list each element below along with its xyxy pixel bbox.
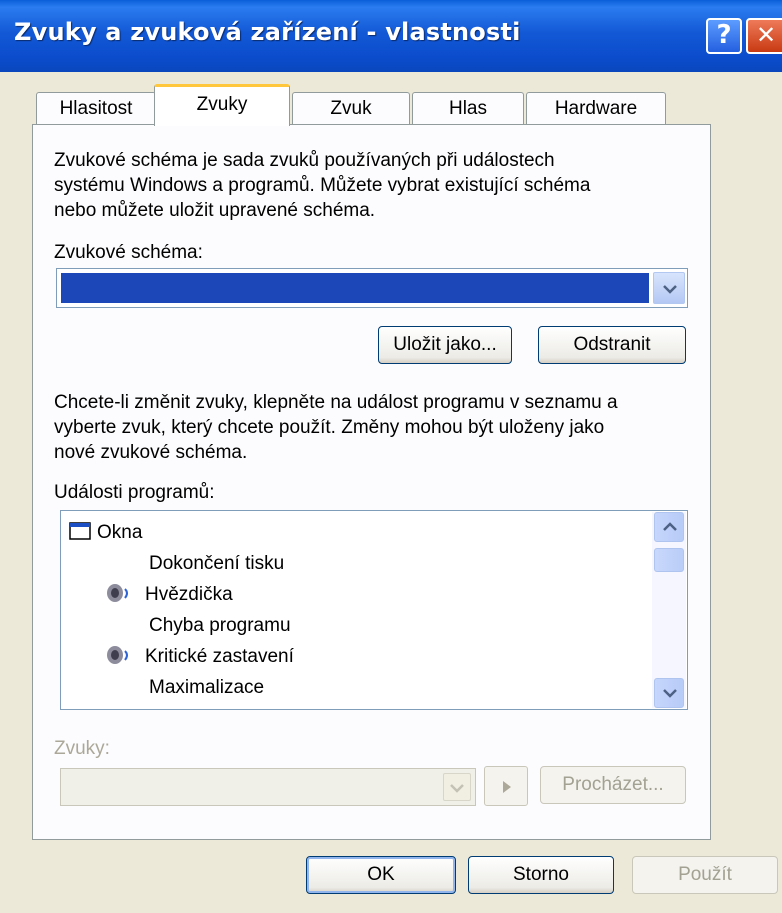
scheme-label: Zvukové schéma: xyxy=(54,242,203,263)
window-icon xyxy=(69,522,91,540)
scheme-select[interactable] xyxy=(56,268,688,308)
tab-hlasitost[interactable]: Hlasitost xyxy=(36,92,156,126)
sounds-dropdown-button[interactable] xyxy=(443,773,471,801)
events-description: Chcete-li změnit zvuky, klepněte na udál… xyxy=(54,390,694,465)
apply-button[interactable]: Použít xyxy=(632,856,778,894)
close-button[interactable]: ✕ xyxy=(746,18,782,54)
list-item[interactable]: Hvězdička xyxy=(105,579,233,610)
list-item-label: Dokončení tisku xyxy=(149,553,285,574)
window-title: Zvuky a zvuková zařízení - vlastnosti xyxy=(14,18,521,46)
scroll-thumb[interactable] xyxy=(654,548,684,572)
events-description-line: nové zvukové schéma. xyxy=(54,442,248,463)
close-icon: ✕ xyxy=(755,21,777,49)
list-item-label: Okna xyxy=(97,522,143,543)
chevron-down-icon xyxy=(663,689,677,698)
chevron-up-icon xyxy=(663,522,677,531)
scheme-description-line: Zvukové schéma je sada zvuků používaných… xyxy=(54,150,555,171)
scheme-description: Zvukové schéma je sada zvuků používaných… xyxy=(54,148,694,223)
scroll-down-button[interactable] xyxy=(654,678,684,708)
list-item-label: Kritické zastavení xyxy=(145,646,294,667)
title-bar[interactable]: Zvuky a zvuková zařízení - vlastnosti ? … xyxy=(0,0,782,72)
scheme-description-line: nebo můžete uložit upravené schéma. xyxy=(54,200,376,221)
tab-hardware[interactable]: Hardware xyxy=(526,92,666,126)
sounds-label: Zvuky: xyxy=(54,738,110,759)
sounds-select[interactable] xyxy=(60,768,476,806)
help-icon: ? xyxy=(716,20,732,50)
play-sound-button[interactable] xyxy=(484,766,528,806)
speaker-icon xyxy=(107,646,128,664)
chevron-down-icon xyxy=(450,784,464,793)
scroll-up-button[interactable] xyxy=(654,512,684,542)
list-item-label: Hvězdička xyxy=(145,584,233,605)
program-events-list[interactable]: Okna Dokončení tisku Hvězdička Chyba pro… xyxy=(60,510,688,710)
play-icon xyxy=(503,781,511,793)
list-item-label: Chyba programu xyxy=(149,615,291,636)
list-item-label: Maximalizace xyxy=(149,677,265,698)
scheme-description-line: systému Windows a programů. Můžete vybra… xyxy=(54,175,591,196)
vertical-scrollbar[interactable] xyxy=(652,512,686,708)
list-item[interactable]: Okna xyxy=(69,517,142,548)
help-button[interactable]: ? xyxy=(706,18,742,54)
events-label: Události programů: xyxy=(54,482,215,503)
delete-scheme-button[interactable]: Odstranit xyxy=(538,326,686,364)
speaker-icon xyxy=(107,584,128,602)
cancel-button[interactable]: Storno xyxy=(468,856,614,894)
scheme-dropdown-button[interactable] xyxy=(653,272,685,304)
chevron-down-icon xyxy=(663,285,677,294)
list-item[interactable]: Maximalizace xyxy=(149,672,264,703)
tab-zvuky[interactable]: Zvuky xyxy=(154,84,290,126)
list-item[interactable]: Kritické zastavení xyxy=(105,641,294,672)
tab-zvuk[interactable]: Zvuk xyxy=(292,92,410,126)
browse-button[interactable]: Procházet... xyxy=(540,766,686,804)
scheme-select-value xyxy=(61,273,649,303)
list-item[interactable]: Dokončení tisku xyxy=(149,548,284,579)
save-as-button[interactable]: Uložit jako... xyxy=(378,326,512,364)
tab-hlas[interactable]: Hlas xyxy=(412,92,524,126)
ok-button[interactable]: OK xyxy=(306,856,456,894)
events-description-line: Chcete-li změnit zvuky, klepněte na udál… xyxy=(54,392,618,413)
events-description-line: vyberte zvuk, který chcete použít. Změny… xyxy=(54,417,605,438)
list-item[interactable]: Chyba programu xyxy=(149,610,291,641)
